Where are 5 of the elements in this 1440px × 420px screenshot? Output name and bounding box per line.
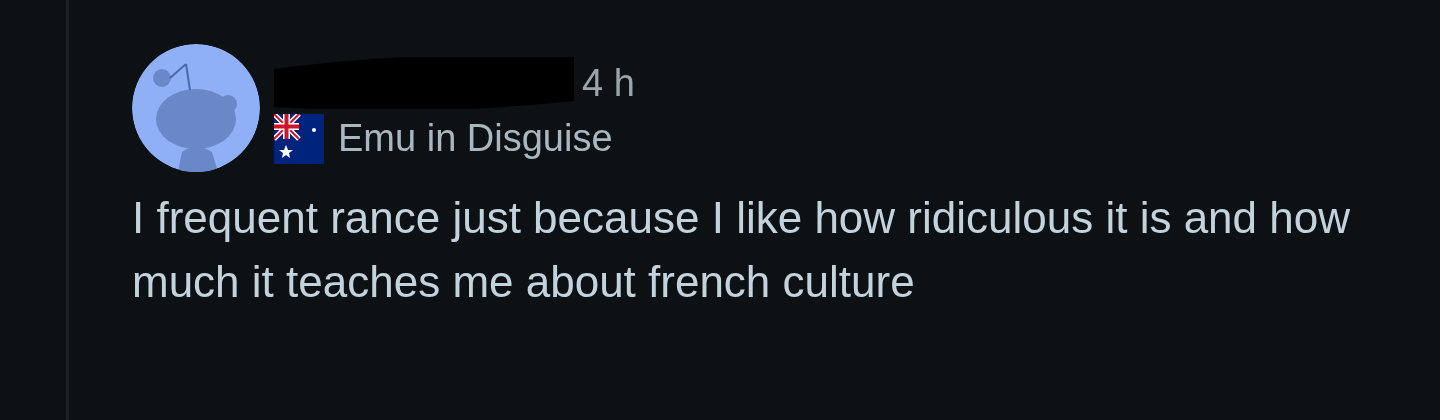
comment-time: 4 h [582,64,635,102]
user-flair: Emu in Disguise [338,118,613,160]
comment-text: I frequent rance just because I like how ridiculous it is and how much it teaches me about french culture [132,192,1351,308]
avatar-icon [132,44,260,172]
flag-icon [274,114,324,164]
